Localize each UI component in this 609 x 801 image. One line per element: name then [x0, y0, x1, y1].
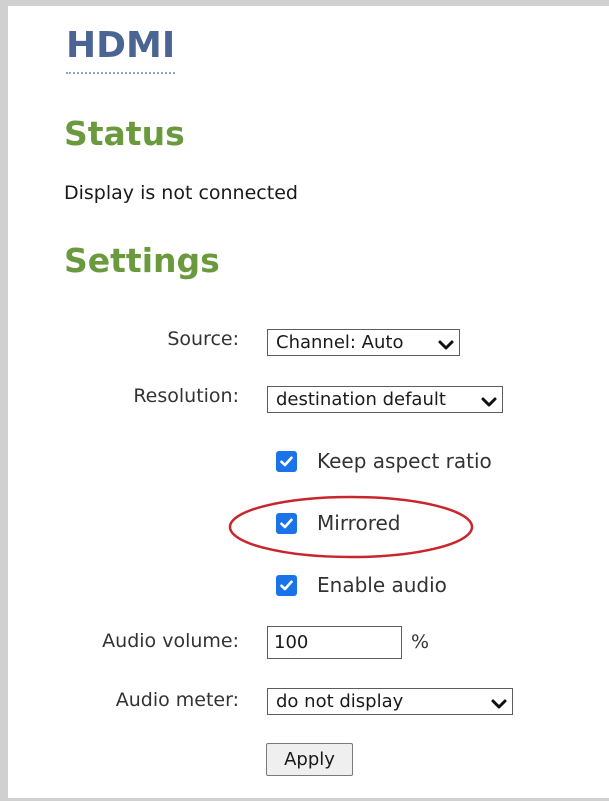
mirrored-label[interactable]: Mirrored — [317, 511, 401, 535]
keep-aspect-ratio-label[interactable]: Keep aspect ratio — [317, 449, 492, 473]
audio-meter-label: Audio meter: — [115, 689, 239, 711]
source-label: Source: — [167, 328, 239, 350]
status-text: Display is not connected — [64, 182, 298, 204]
resolution-select[interactable]: destination default — [267, 386, 503, 413]
audio-meter-select[interactable]: do not display — [267, 688, 513, 715]
resolution-label: Resolution: — [133, 385, 239, 407]
chevron-down-icon — [480, 393, 498, 407]
chevron-down-icon — [490, 695, 508, 709]
audio-volume-unit: % — [411, 631, 430, 653]
audio-volume-input[interactable] — [267, 626, 402, 659]
audio-volume-label: Audio volume: — [102, 630, 239, 652]
checkmark-icon — [280, 518, 293, 528]
chevron-down-icon — [437, 336, 455, 350]
apply-button[interactable]: Apply — [266, 743, 353, 776]
checkmark-icon — [280, 456, 293, 466]
keep-aspect-ratio-checkbox-row[interactable]: Keep aspect ratio — [276, 447, 492, 475]
status-heading: Status — [64, 114, 185, 153]
resolution-select-value: destination default — [276, 389, 446, 410]
audio-meter-select-value: do not display — [276, 691, 404, 712]
mirrored-checkbox[interactable] — [276, 512, 297, 534]
enable-audio-checkbox[interactable] — [276, 574, 297, 596]
enable-audio-label[interactable]: Enable audio — [317, 573, 447, 597]
source-select[interactable]: Channel: Auto — [267, 329, 460, 356]
hdmi-settings-panel: HDMI Status Display is not connected Set… — [8, 6, 609, 798]
keep-aspect-ratio-checkbox[interactable] — [276, 450, 297, 472]
mirrored-checkbox-row[interactable]: Mirrored — [276, 509, 401, 537]
source-select-value: Channel: Auto — [276, 332, 404, 353]
settings-heading: Settings — [64, 241, 220, 280]
enable-audio-checkbox-row[interactable]: Enable audio — [276, 571, 447, 599]
page-title: HDMI — [66, 22, 176, 74]
checkmark-icon — [280, 580, 293, 590]
